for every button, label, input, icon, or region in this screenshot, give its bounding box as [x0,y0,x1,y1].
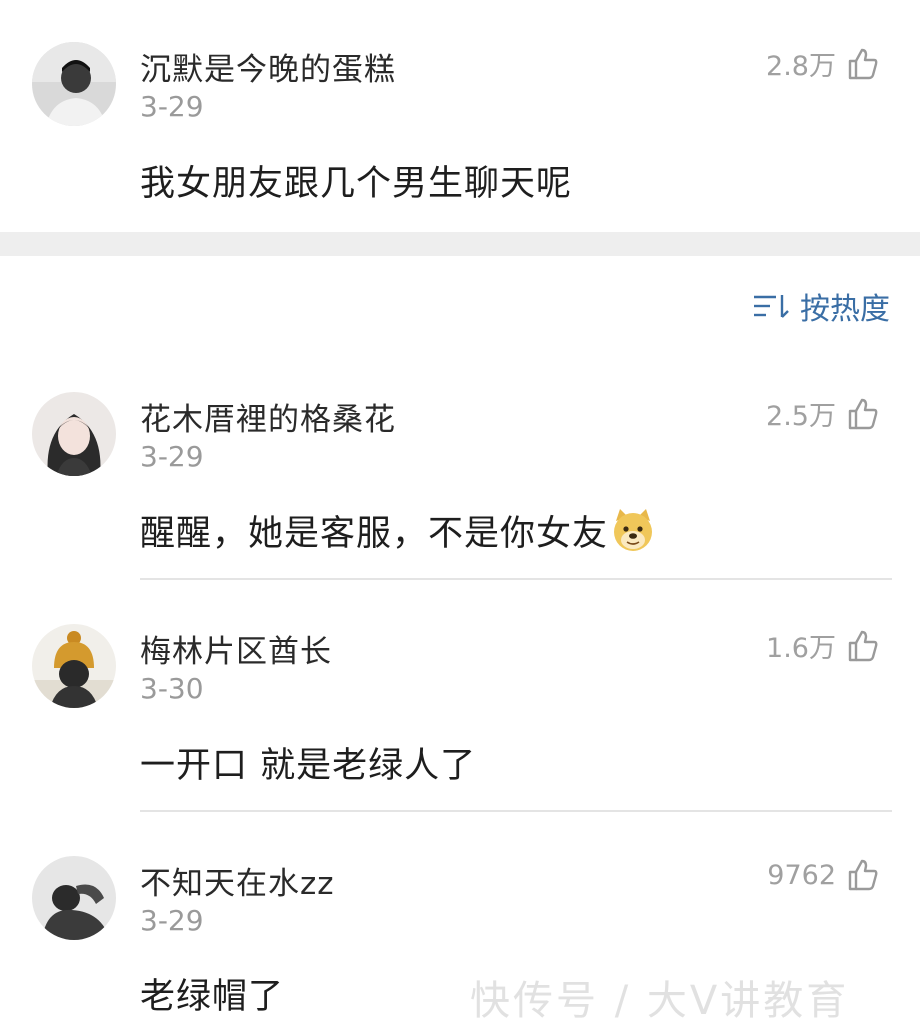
comment-divider [140,578,892,580]
sort-icon [754,295,789,318]
avatar[interactable] [32,856,116,940]
comment-text: 老绿帽了 [140,977,285,1017]
thumbs-up-icon [848,48,878,79]
avatar[interactable] [32,42,116,126]
comment-divider [140,810,892,812]
like-count: 2.5万 [766,401,836,432]
comment-date: 3-29 [140,440,204,473]
thumbs-up-icon [848,398,878,429]
like-count: 2.8万 [766,51,836,82]
author-name[interactable]: 梅林片区酋长 [140,626,332,671]
like-button[interactable]: 1.6万 [766,626,880,665]
like-button[interactable]: 9762 [767,858,880,892]
like-button[interactable]: 2.5万 [766,394,880,433]
watermark: 快传号 / 大V讲教育 [470,978,850,1024]
author-name[interactable]: 不知天在水zz [140,858,335,903]
comment-text: 醒醒，她是客服，不是你女友 [140,505,656,556]
thumbs-up-icon [848,630,878,661]
like-count: 9762 [767,859,836,891]
comment-text: 一开口 就是老绿人了 [140,746,477,786]
thumbs-up-icon [848,859,878,891]
avatar[interactable] [32,624,116,708]
comment-text-content: 醒醒，她是客服，不是你女友 [140,514,609,554]
comment-date: 3-30 [140,672,204,705]
comment-text: 我女朋友跟几个男生聊天呢 [140,164,573,204]
sort-label: 按热度 [800,292,890,327]
sort-toggle[interactable]: 按热度 [752,284,890,328]
like-count: 1.6万 [766,633,836,664]
author-name[interactable]: 沉默是今晚的蛋糕 [140,44,396,89]
author-name[interactable]: 花木厝裡的格桑花 [140,394,396,439]
section-divider [0,232,920,256]
original-post: 沉默是今晚的蛋糕 3-29 2.8万 我女朋友跟几个男生聊天呢 [0,0,920,232]
like-button[interactable]: 2.8万 [766,44,880,83]
comment-date: 3-29 [140,90,204,123]
comment-date: 3-29 [140,904,204,937]
doge-emoji-icon [614,509,653,551]
avatar[interactable] [32,392,116,476]
